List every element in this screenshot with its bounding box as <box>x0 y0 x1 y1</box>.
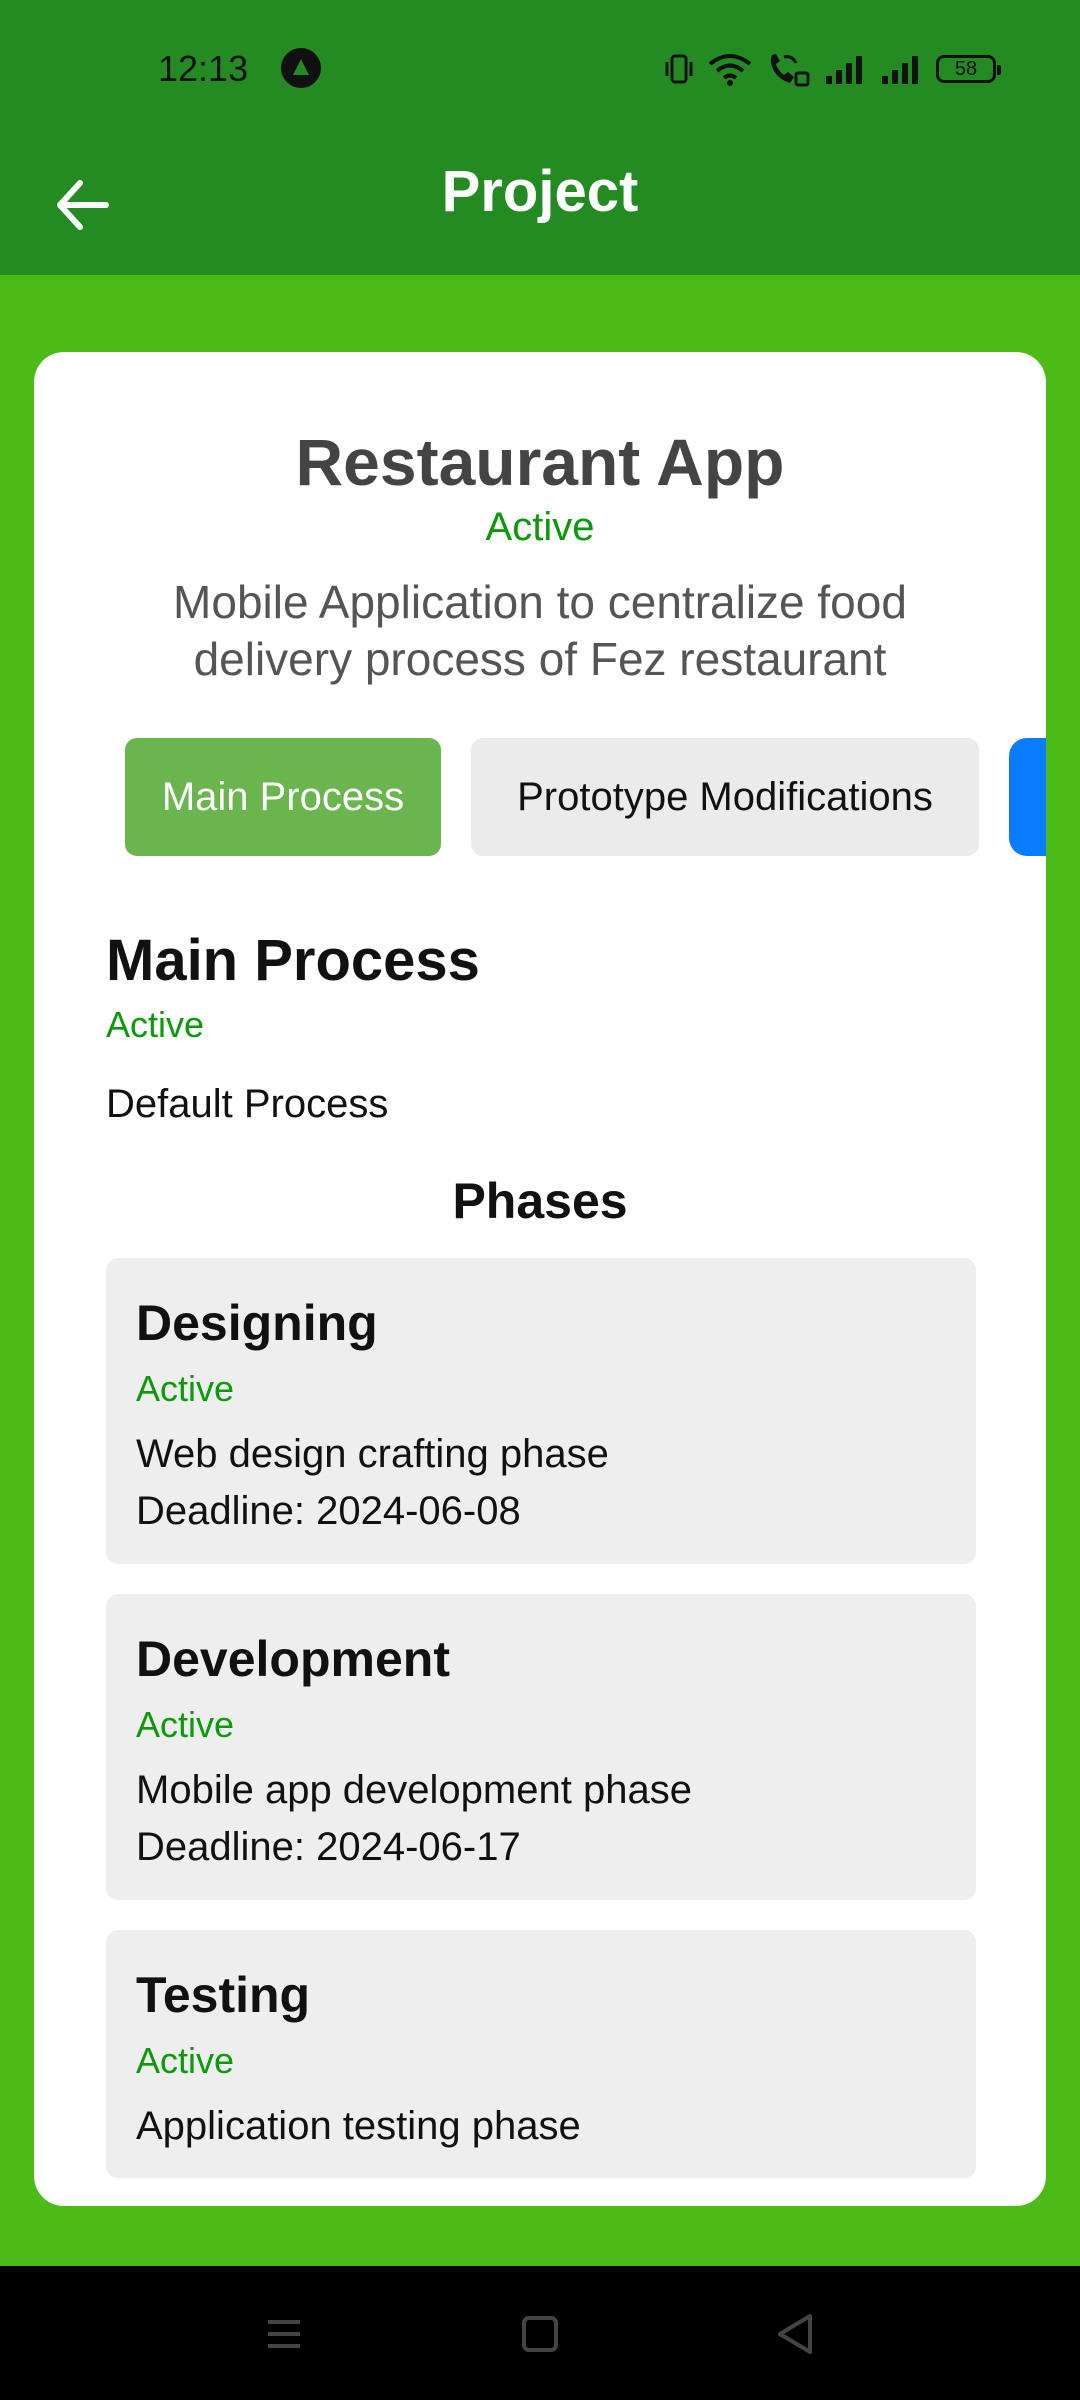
phases-heading: Phases <box>452 1173 628 1229</box>
home-nav-icon <box>522 2316 558 2352</box>
menu-nav-icon <box>268 2320 300 2348</box>
back-nav-icon <box>778 2314 812 2354</box>
phase-status: Active <box>136 1368 235 1409</box>
battery-icon: 58 <box>936 55 1001 83</box>
status-bar: 12:13 58 <box>0 0 1080 135</box>
vibrate-icon <box>665 54 693 84</box>
process-status: Active <box>106 1004 205 1045</box>
project-title: Restaurant App <box>295 425 785 499</box>
phase-card: Testing Active Application testing phase <box>106 1930 976 2178</box>
signal-icon-2 <box>882 56 918 84</box>
tab-partially-visible[interactable] <box>1009 738 1046 856</box>
phase-name: Development <box>136 1631 450 1687</box>
phase-name: Designing <box>136 1295 378 1351</box>
home-nav-button[interactable] <box>510 2306 570 2362</box>
project-card: Restaurant App Active Mobile Application… <box>34 352 1046 2206</box>
phase-deadline: Deadline: 2024-06-17 <box>136 1825 521 1869</box>
process-tabs: Main Process Prototype Modifications <box>91 738 1046 856</box>
status-icons: 58 <box>664 49 1001 89</box>
tab-prototype-modifications[interactable]: Prototype Modifications <box>471 738 979 856</box>
project-description: Mobile Application to centralize food de… <box>173 576 907 685</box>
phase-status: Active <box>136 2040 235 2081</box>
notification-app-icon <box>281 48 321 88</box>
tab-main-process[interactable]: Main Process <box>125 738 441 856</box>
project-status: Active <box>485 505 595 549</box>
system-nav-bar <box>0 2266 1080 2400</box>
process-title: Main Process <box>106 928 480 993</box>
phase-deadline: Deadline: 2024-06-08 <box>136 1489 521 1533</box>
menu-nav-button[interactable] <box>254 2306 314 2362</box>
wifi-call-icon <box>770 54 810 87</box>
battery-level: 58 <box>954 58 978 80</box>
phase-card: Designing Active Web design crafting pha… <box>106 1258 976 1564</box>
page-title: Project <box>441 159 639 224</box>
process-subtitle: Default Process <box>106 1082 389 1126</box>
phase-status: Active <box>136 1704 235 1745</box>
status-time: 12:13 <box>158 48 249 89</box>
phase-description: Application testing phase <box>136 2104 581 2148</box>
back-nav-button[interactable] <box>766 2306 826 2362</box>
signal-icon <box>826 56 862 84</box>
phase-description: Mobile app development phase <box>136 1768 692 1812</box>
phase-card: Development Active Mobile app developmen… <box>106 1594 976 1900</box>
phase-name: Testing <box>136 1967 311 2023</box>
phase-description: Web design crafting phase <box>136 1432 609 1476</box>
wifi-icon <box>708 54 752 86</box>
